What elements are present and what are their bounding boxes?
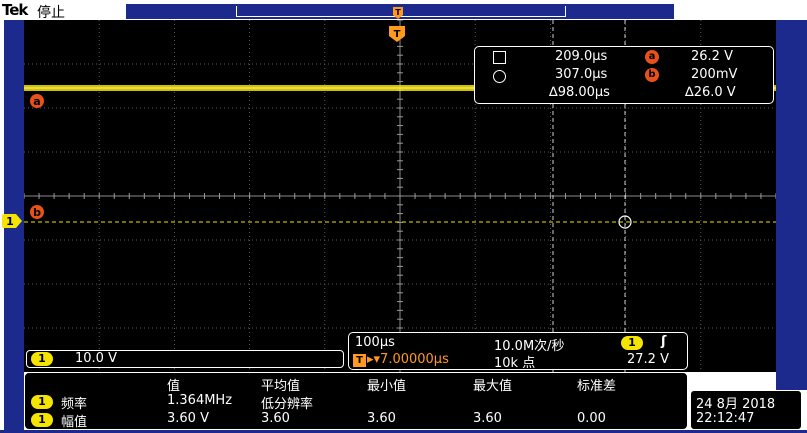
meas-row2-mean: 3.60 — [261, 411, 290, 426]
meas-row2-label: 幅值 — [61, 415, 88, 430]
brand-logo: Tek — [2, 1, 28, 19]
meas-row2-badge: 1 — [31, 413, 53, 427]
meas-header-mean: 平均值 — [261, 379, 301, 394]
trigger-position-icon[interactable]: T — [392, 6, 404, 20]
cursor-delta-volt: ∆26.0 V — [685, 85, 736, 100]
cursor-a-square-icon — [493, 51, 506, 64]
trigger-pos-badge: T — [353, 354, 366, 367]
cursor-readout[interactable]: 209.0µs a 26.2 V 307.0µs b 200mV ∆98.00µ… — [474, 46, 774, 104]
meas-row2-std: 0.00 — [577, 411, 606, 426]
cursor-a-volt: 26.2 V — [691, 49, 733, 64]
record-length: 10k 点 — [494, 356, 536, 371]
trigger-screen-icon: T — [389, 26, 405, 42]
svg-text:b: b — [33, 206, 41, 219]
ref-b-marker: b — [30, 205, 44, 219]
svg-text:1: 1 — [6, 215, 14, 228]
meas-row1-value: 1.364MHz — [167, 393, 233, 408]
cursor-b-badge: b — [645, 68, 659, 82]
cursor-delta-time: ∆98.00µs — [549, 85, 610, 100]
svg-text:T: T — [394, 29, 401, 40]
meas-row2-min: 3.60 — [367, 411, 396, 426]
meas-header-max: 最大值 — [473, 379, 513, 394]
meas-row1-badge: 1 — [31, 395, 53, 409]
ch1-ground-marker[interactable]: 1 — [2, 214, 22, 228]
acquisition-status: 停止 — [37, 5, 65, 21]
date-time-readout: 24 8月 2018 22:12:47 — [690, 390, 802, 430]
meas-row2-value: 3.60 V — [167, 411, 209, 426]
meas-row1-mean: 低分辨率 — [261, 397, 314, 412]
trigger-position: ▸▾7.00000µs — [367, 352, 449, 367]
date: 24 8月 2018 — [696, 397, 776, 412]
ch1-badge: 1 — [31, 352, 53, 366]
cursor-a-time: 209.0µs — [555, 49, 608, 64]
trigger-source-badge: 1 — [621, 336, 643, 350]
meas-header-min: 最小值 — [367, 379, 407, 394]
ch1-volts-per-div: 10.0 V — [75, 351, 117, 366]
meas-header-std: 标准差 — [577, 379, 617, 394]
meas-row2-max: 3.60 — [473, 411, 502, 426]
right-frame — [776, 20, 807, 390]
time: 22:12:47 — [696, 411, 755, 426]
meas-header-value: 值 — [167, 379, 181, 394]
meas-row1-label: 频率 — [61, 397, 88, 412]
cursor-b-volt: 200mV — [691, 67, 738, 82]
trigger-level: 27.2 V — [627, 352, 669, 367]
ref-a-marker: a — [30, 94, 44, 108]
ch1-scale-readout[interactable]: 1 10.0 V — [26, 350, 344, 368]
horizontal-trigger-readout[interactable]: 100µs 10.0M次/秒 1 ʃ T ▸▾7.00000µs 10k 点 2… — [348, 332, 688, 371]
measurement-table[interactable]: 值 平均值 最小值 最大值 标准差 1 频率 1.364MHz 低分辨率 1 幅… — [24, 372, 688, 430]
cursor-a-badge: a — [645, 50, 659, 64]
cursor-b-circle-icon — [493, 70, 506, 83]
timebase: 100µs — [355, 335, 395, 350]
trigger-top-label: T — [395, 8, 401, 17]
svg-text:a: a — [33, 95, 40, 108]
cursor-b-time: 307.0µs — [555, 67, 608, 82]
trigger-edge-icon: ʃ — [661, 334, 667, 349]
